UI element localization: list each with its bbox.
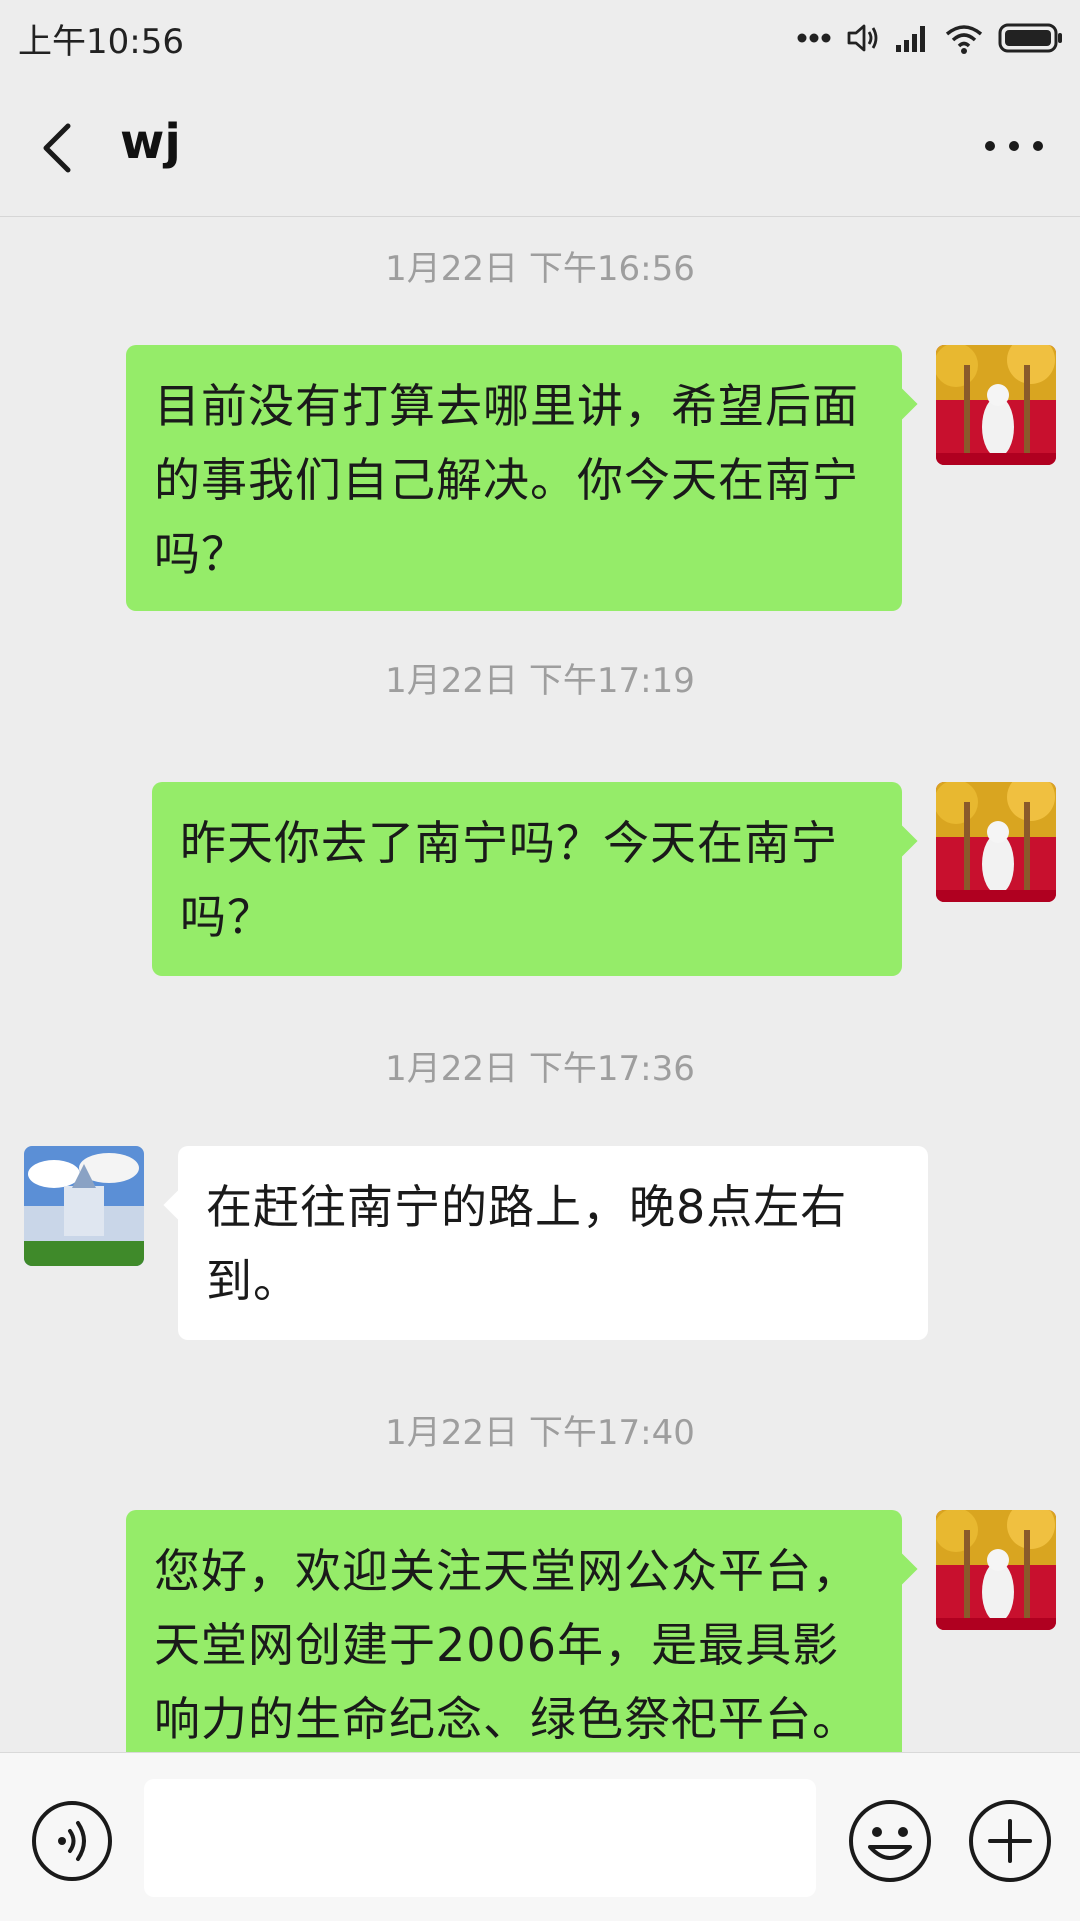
- message-timestamp: 1月22日 下午17:40: [385, 1413, 695, 1453]
- more-button[interactable]: [976, 120, 1052, 172]
- voice-icon: [32, 1801, 112, 1881]
- message-bubble-sent[interactable]: 您好，欢迎关注天堂网公众平台，天堂网创建于2006年，是最具影响力的生命纪念、绿…: [126, 1510, 902, 1752]
- status-bar: 上午10:56: [0, 0, 1080, 76]
- my-avatar[interactable]: [936, 1510, 1056, 1630]
- back-button[interactable]: [28, 110, 88, 182]
- message-text: 在赶往南宁的路上，晚8点左右到。: [206, 1180, 848, 1308]
- battery-icon: [998, 23, 1062, 53]
- voice-button[interactable]: [30, 1799, 114, 1883]
- message-list[interactable]: 1月22日 下午16:56 目前没有打算去哪里讲，希望后面的事我们自己解决。你今…: [0, 217, 1080, 1752]
- message-text: 您好，欢迎关注天堂网公众平台，天堂网创建于2006年，是最具影响力的生命纪念、绿…: [154, 1544, 859, 1746]
- message-timestamp: 1月22日 下午17:19: [385, 661, 695, 701]
- input-bar: [0, 1752, 1080, 1921]
- contact-avatar[interactable]: [24, 1146, 144, 1266]
- chat-title: wj: [120, 114, 181, 170]
- signal-icon: [896, 26, 925, 52]
- wifi-icon: [945, 25, 983, 54]
- more-actions-button[interactable]: [966, 1797, 1054, 1885]
- message-text: 目前没有打算去哪里讲，希望后面的事我们自己解决。你今天在南宁吗？: [154, 379, 859, 581]
- plus-icon: [969, 1800, 1051, 1882]
- avatar-image: [936, 1510, 1056, 1630]
- my-avatar[interactable]: [936, 782, 1056, 902]
- message-timestamp: 1月22日 下午16:56: [385, 249, 695, 289]
- volume-icon: [847, 24, 878, 52]
- more-dots-icon: [797, 33, 831, 43]
- message-bubble-sent[interactable]: 目前没有打算去哪里讲，希望后面的事我们自己解决。你今天在南宁吗？: [126, 345, 902, 611]
- more-horizontal-icon: [985, 141, 1043, 151]
- chevron-left-icon: [43, 123, 71, 173]
- message-bubble-received[interactable]: 在赶往南宁的路上，晚8点左右到。: [178, 1146, 928, 1340]
- avatar-image: [24, 1146, 144, 1266]
- message-input[interactable]: [144, 1779, 816, 1897]
- my-avatar[interactable]: [936, 345, 1056, 465]
- chat-header: wj: [0, 76, 1080, 217]
- status-icons: [796, 18, 1064, 58]
- message-text: 昨天你去了南宁吗？今天在南宁吗？: [180, 816, 838, 944]
- status-time: 上午10:56: [18, 22, 184, 62]
- message-timestamp: 1月22日 下午17:36: [385, 1049, 695, 1089]
- emoji-button[interactable]: [846, 1797, 934, 1885]
- emoji-icon: [849, 1800, 931, 1882]
- avatar-image: [936, 782, 1056, 902]
- avatar-image: [936, 345, 1056, 465]
- message-bubble-sent[interactable]: 昨天你去了南宁吗？今天在南宁吗？: [152, 782, 902, 976]
